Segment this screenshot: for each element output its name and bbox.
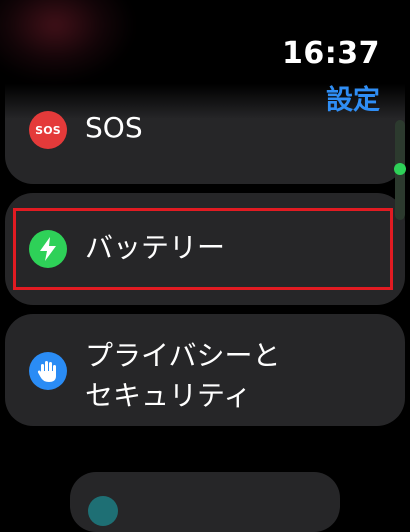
list-item-label-line2: セキュリティ (85, 379, 252, 412)
list-item-label-line1: プライバシーと (85, 339, 281, 372)
highlight-box (13, 208, 393, 290)
sos-icon-text: SOS (35, 123, 61, 137)
back-to-settings-link[interactable]: 設定 (326, 78, 380, 117)
list-item-next-partial[interactable] (70, 472, 340, 532)
hand-icon (29, 352, 67, 390)
list-item-label: SOS (85, 111, 143, 144)
status-time: 16:37 (282, 36, 380, 71)
top-background-glow (0, 0, 130, 80)
partial-icon (88, 496, 118, 526)
scroll-position-indicator (394, 163, 406, 175)
list-item-privacy-security[interactable]: プライバシーと セキュリティ (5, 314, 405, 426)
list-item-label-multiline: プライバシーと セキュリティ (85, 336, 280, 416)
sos-icon: SOS (29, 111, 67, 149)
